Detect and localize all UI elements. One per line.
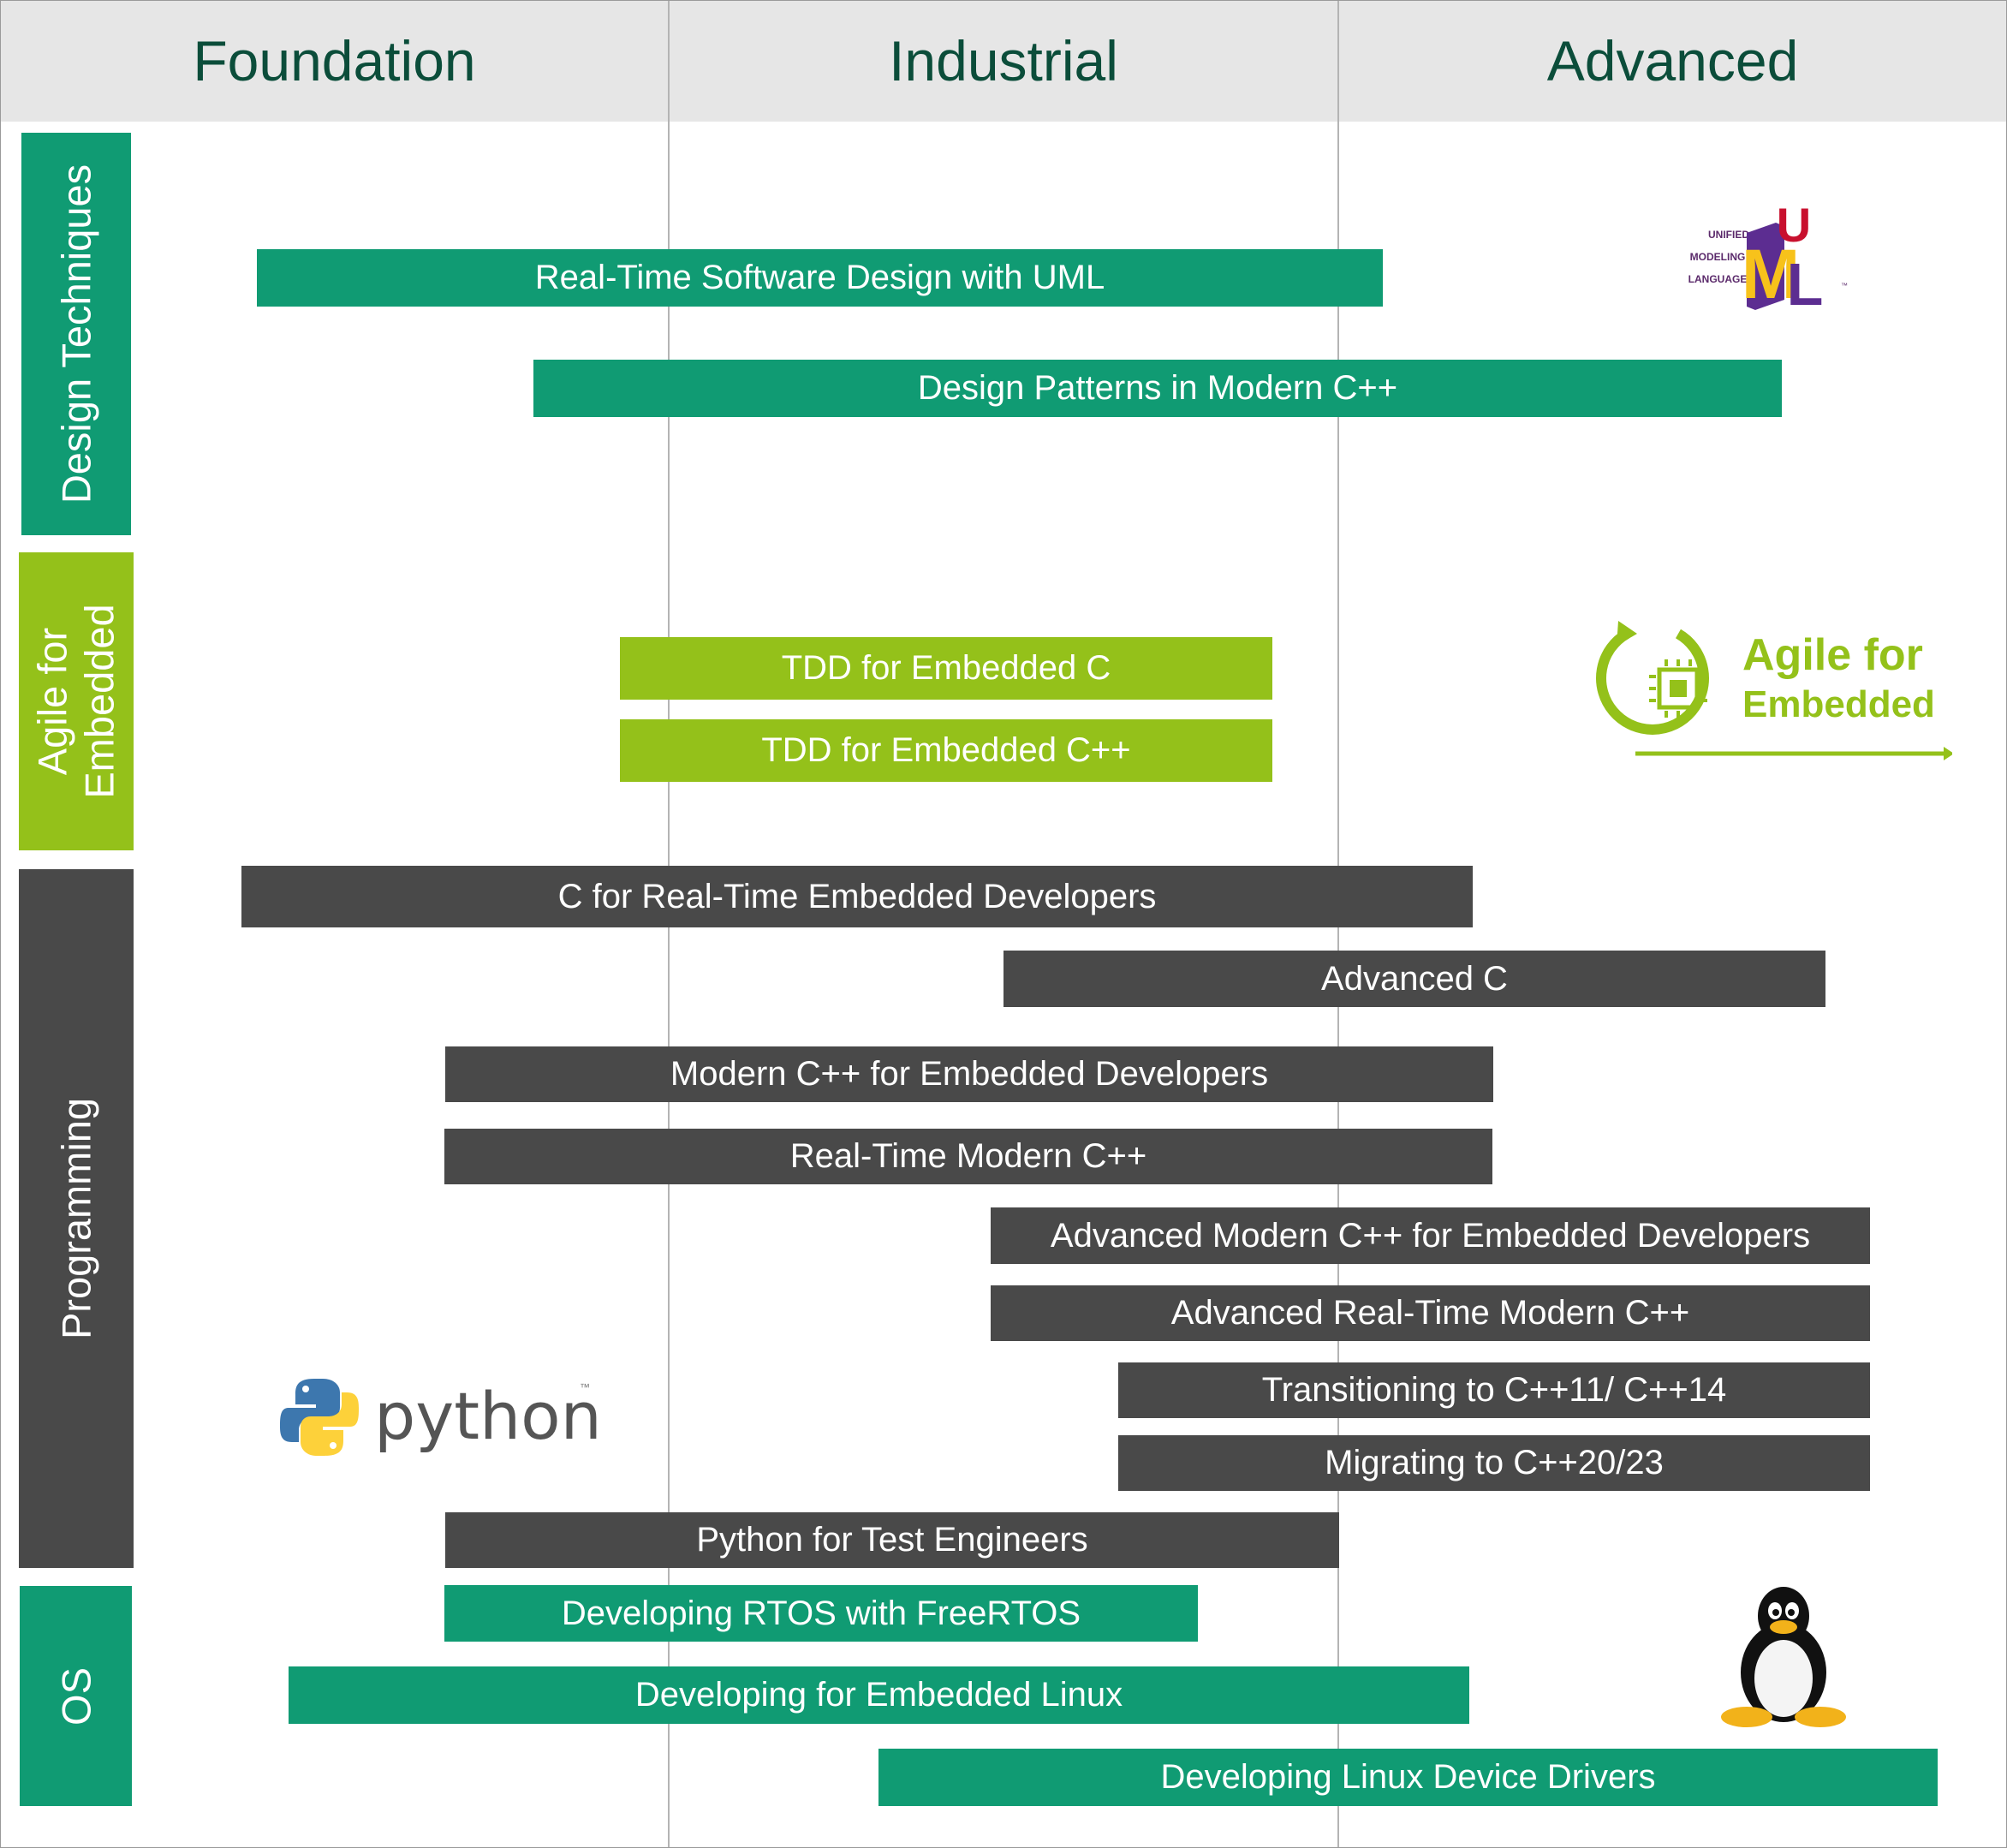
chart-frame — [0, 0, 2007, 1848]
course-roadmap: Foundation Industrial Advanced Design Te… — [0, 0, 2007, 1848]
